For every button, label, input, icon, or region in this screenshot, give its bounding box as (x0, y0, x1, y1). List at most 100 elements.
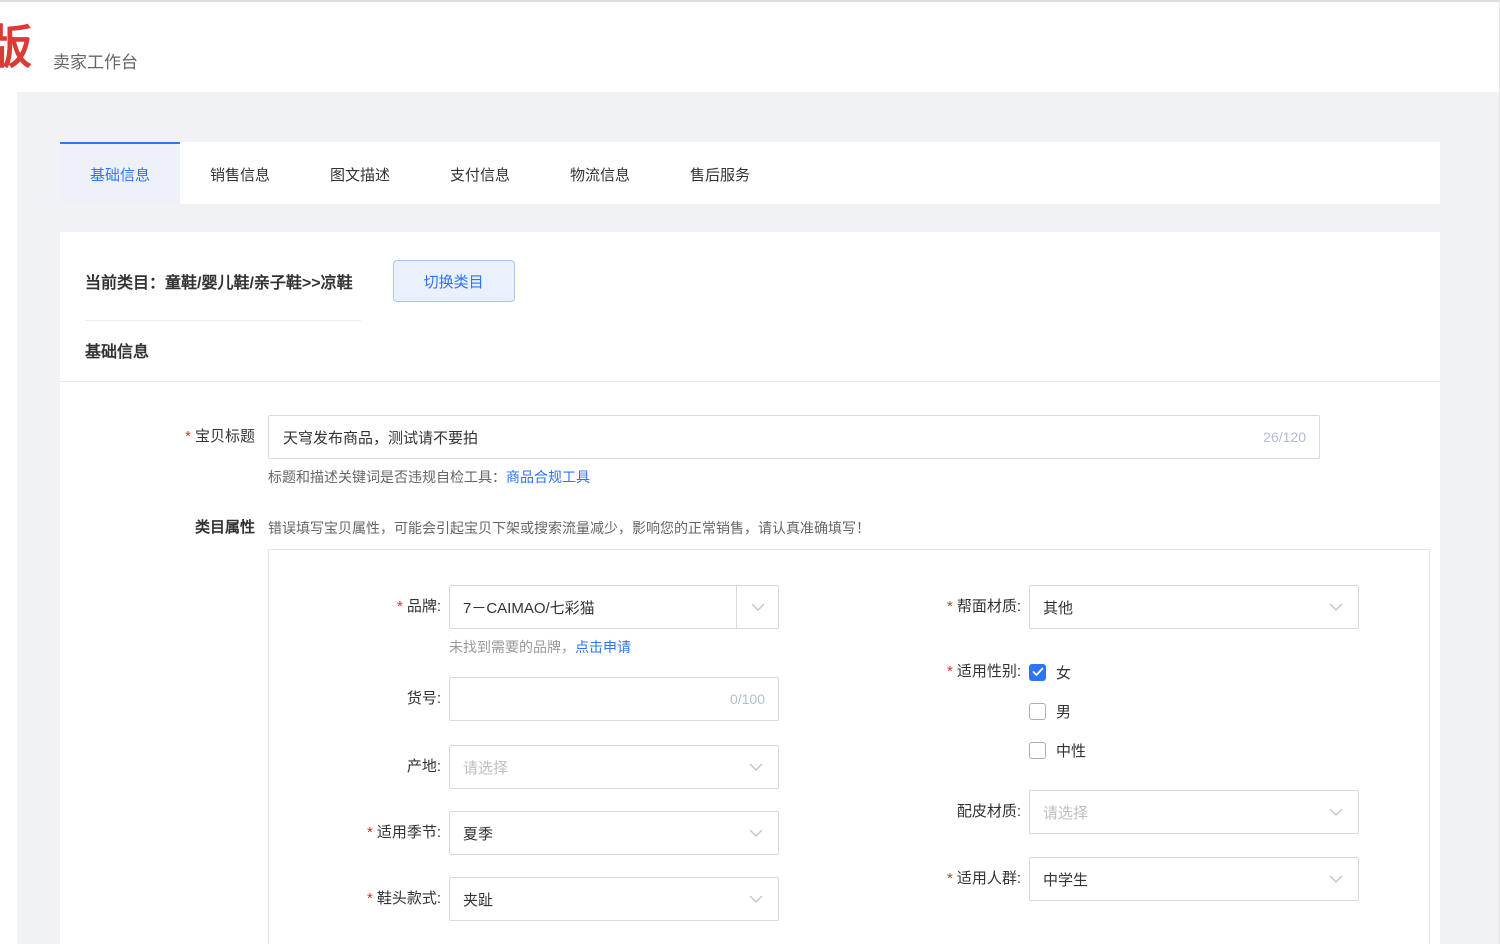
category-attrs-warning: 错误填写宝贝属性，可能会引起宝贝下架或搜索流量减少，影响您的正常销售，请认真准确… (268, 517, 870, 539)
field-label-text: 适用人群: (957, 870, 1021, 887)
checkbox-label: 男 (1056, 701, 1071, 722)
tab-logistics-info[interactable]: 物流信息 (540, 142, 660, 204)
toe-style-label: *鞋头款式: (269, 877, 441, 921)
gender-row: *适用性别: 女 (829, 660, 1429, 762)
toe-style-row: *鞋头款式: 夹趾 (269, 877, 829, 921)
basic-info-card: 当前类目：童鞋/婴儿鞋/亲子鞋>>凉鞋 切换类目 基础信息 *宝贝标题 26/ (60, 232, 1440, 944)
field-label-text: 适用季节: (377, 824, 441, 841)
leather-material-placeholder: 请选择 (1043, 802, 1088, 823)
required-asterisk: * (397, 598, 403, 615)
gender-option-female[interactable]: 女 (1029, 660, 1359, 684)
top-bar: 版 卖家工作台 (0, 2, 1499, 92)
audience-select-value: 中学生 (1043, 869, 1088, 890)
leather-material-select[interactable]: 请选择 (1029, 790, 1359, 834)
required-asterisk: * (367, 890, 373, 907)
origin-label: *产地: (269, 745, 441, 789)
switch-category-button[interactable]: 切换类目 (393, 260, 515, 302)
basic-info-form: *宝贝标题 26/120 标题和描述关键词是否违规自检工具：商品合规工具 类目属… (60, 382, 1440, 944)
seller-workbench-page: 版 卖家工作台 基础信息 销售信息 图文描述 支付信息 物流信息 售后服务 当前… (0, 0, 1500, 944)
attributes-left-column: *品牌: 7－CAIMAO/七彩猫 (269, 585, 829, 921)
item-number-counter: 0/100 (730, 677, 765, 721)
apply-brand-link[interactable]: 点击申请 (575, 639, 631, 655)
compliance-tool-link[interactable]: 商品合规工具 (506, 469, 590, 485)
required-asterisk: * (367, 824, 373, 841)
toe-style-select[interactable]: 夹趾 (449, 877, 779, 921)
chevron-down-icon (734, 878, 778, 920)
leather-material-label: *配皮材质: (829, 790, 1021, 834)
tab-label: 图文描述 (330, 164, 390, 185)
leather-material-row: *配皮材质: 请选择 (829, 790, 1429, 834)
audience-row: *适用人群: 中学生 (829, 857, 1429, 901)
title-helper-text: 标题和描述关键词是否违规自检工具： (268, 469, 506, 485)
title-helper-row: 标题和描述关键词是否违规自检工具：商品合规工具 (268, 467, 1440, 487)
attributes-right-column: *帮面材质: 其他 (829, 585, 1429, 901)
checkbox-female[interactable] (1029, 664, 1046, 681)
chevron-down-icon (734, 746, 778, 788)
brand-label: *品牌: (269, 585, 441, 629)
origin-select[interactable]: 请选择 (449, 745, 779, 789)
season-select-value: 夏季 (463, 823, 493, 844)
tab-after-sales[interactable]: 售后服务 (660, 142, 780, 204)
field-label-text: 货号: (407, 690, 441, 707)
season-select[interactable]: 夏季 (449, 811, 779, 855)
upper-material-select-value: 其他 (1043, 597, 1073, 618)
upper-material-row: *帮面材质: 其他 (829, 585, 1429, 629)
brand-logo: 版 (0, 22, 32, 72)
toe-style-select-value: 夹趾 (463, 889, 493, 910)
tab-sales-info[interactable]: 销售信息 (180, 142, 300, 204)
chevron-down-icon (736, 586, 778, 628)
upper-material-label: *帮面材质: (829, 585, 1021, 629)
season-label: *适用季节: (269, 811, 441, 855)
upper-material-select[interactable]: 其他 (1029, 585, 1359, 629)
main-area: 基础信息 销售信息 图文描述 支付信息 物流信息 售后服务 当前类目：童鞋/婴儿… (17, 92, 1499, 944)
required-asterisk: * (947, 598, 953, 615)
checkbox-label: 女 (1056, 662, 1071, 683)
gender-option-male[interactable]: 男 (1029, 699, 1359, 723)
site-title: 卖家工作台 (53, 48, 138, 73)
gender-checkbox-group: 女 男 (1029, 660, 1359, 762)
tab-label: 售后服务 (690, 164, 750, 185)
field-label-text: 鞋头款式: (377, 890, 441, 907)
brand-select[interactable]: 7－CAIMAO/七彩猫 (449, 585, 779, 629)
checkbox-label: 中性 (1056, 740, 1086, 761)
tab-image-text[interactable]: 图文描述 (300, 142, 420, 204)
required-asterisk: * (947, 663, 953, 680)
brand-helper-text: 未找到需要的品牌， (449, 639, 575, 655)
field-label-text: 品牌: (407, 598, 441, 615)
tab-label: 销售信息 (210, 164, 270, 185)
required-asterisk: * (185, 428, 191, 445)
gender-option-neutral[interactable]: 中性 (1029, 738, 1359, 762)
tab-label: 支付信息 (450, 164, 510, 185)
tab-label: 基础信息 (90, 164, 150, 185)
brand-row: *品牌: 7－CAIMAO/七彩猫 (269, 585, 829, 629)
chevron-down-icon (1314, 791, 1358, 833)
section-title: 基础信息 (85, 341, 1415, 365)
tab-label: 物流信息 (570, 164, 630, 185)
required-asterisk: * (947, 870, 953, 887)
category-attrs-row: 类目属性 错误填写宝贝属性，可能会引起宝贝下架或搜索流量减少，影响您的正常销售，… (60, 517, 1440, 539)
checkbox-neutral[interactable] (1029, 742, 1046, 759)
season-row: *适用季节: 夏季 (269, 811, 829, 855)
origin-row: *产地: 请选择 (269, 745, 829, 789)
category-divider (85, 320, 361, 321)
category-attrs-label: 类目属性 (60, 517, 255, 539)
checkbox-male[interactable] (1029, 703, 1046, 720)
origin-select-placeholder: 请选择 (463, 757, 508, 778)
product-title-row: *宝贝标题 26/120 (60, 415, 1440, 459)
tab-payment-info[interactable]: 支付信息 (420, 142, 540, 204)
tab-basic-info[interactable]: 基础信息 (60, 142, 180, 204)
tab-bar: 基础信息 销售信息 图文描述 支付信息 物流信息 售后服务 (60, 142, 1440, 204)
product-title-label: *宝贝标题 (60, 415, 255, 459)
field-label-text: 帮面材质: (957, 598, 1021, 615)
brand-select-value: 7－CAIMAO/七彩猫 (463, 597, 595, 618)
field-label-text: 适用性别: (957, 663, 1021, 680)
item-number-label: *货号: (269, 677, 441, 721)
audience-select[interactable]: 中学生 (1029, 857, 1359, 901)
item-number-row: *货号: 0/100 (269, 677, 829, 721)
field-label-text: 宝贝标题 (195, 428, 255, 445)
chevron-down-icon (1314, 586, 1358, 628)
chevron-down-icon (1314, 858, 1358, 900)
current-category-label: 当前类目：童鞋/婴儿鞋/亲子鞋>>凉鞋 (85, 269, 353, 293)
gender-label: *适用性别: (829, 660, 1021, 762)
product-title-input[interactable] (268, 415, 1320, 459)
